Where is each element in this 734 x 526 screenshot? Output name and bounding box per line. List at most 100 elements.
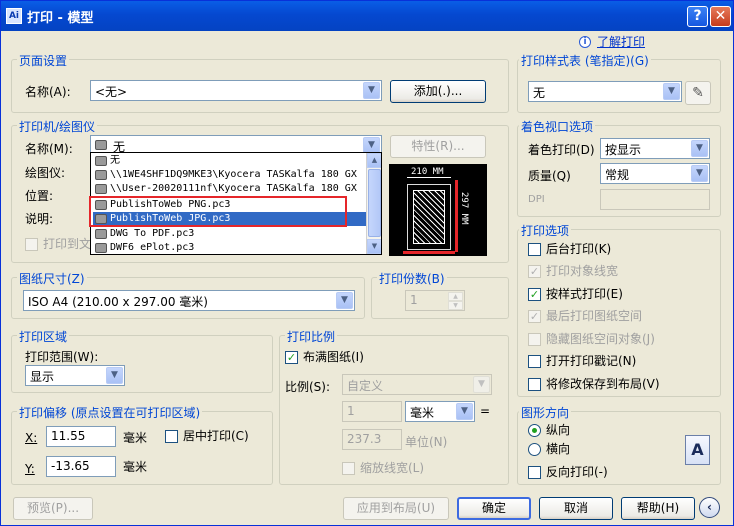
scale-select[interactable]: 自定义 ▼ (342, 374, 492, 395)
scroll-down-icon[interactable]: ▼ (367, 239, 381, 254)
properties-button[interactable]: 特性(R)... (390, 135, 486, 158)
add-page-setup-button[interactable]: 添加(.)... (390, 80, 486, 103)
fit-to-paper-checkbox[interactable]: ✓ 布满图纸(I) (285, 350, 364, 366)
portrait-radio[interactable]: 纵向 (528, 423, 570, 439)
shaded-viewport-label: 着色视口选项 (519, 118, 596, 135)
scroll-up-icon[interactable]: ▲ (367, 153, 381, 168)
printer-icon (95, 184, 107, 194)
dropdown-scrollbar[interactable]: ▲ ▼ (366, 153, 381, 254)
dropdown-option[interactable]: DWF6 ePlot.pc3 (93, 241, 367, 254)
help-button[interactable]: 帮助(H) (621, 497, 695, 520)
printer-name-label: 名称(M): (25, 142, 73, 156)
printer-group-label: 打印机/绘图仪 (17, 118, 98, 135)
dpi-label: DPI (528, 194, 545, 205)
hide-paperspace-objects-checkbox[interactable]: 隐藏图纸空间对象(J) (528, 332, 655, 348)
background-plot-checkbox[interactable]: 后台打印(K) (528, 242, 611, 258)
plot-offset-label: 打印偏移 (原点设置在可打印区域) (17, 404, 203, 421)
scale-equals: = (480, 404, 491, 418)
checkbox-box (342, 462, 355, 475)
learn-about-plotting-link[interactable]: 了解打印 (597, 33, 645, 50)
plot-paperspace-last-checkbox[interactable]: ✓ 最后打印图纸空间 (528, 309, 642, 325)
plot-style-table-select[interactable]: 无 ▼ (528, 81, 682, 102)
apply-to-layout-button[interactable]: 应用到布局(U) (343, 497, 449, 520)
help-title-button[interactable]: ? (687, 6, 708, 27)
scroll-thumb[interactable] (368, 169, 381, 237)
option-label: 后台打印(K) (546, 242, 612, 256)
preview-printable-area (413, 190, 445, 244)
plot-stamp-checkbox[interactable]: 打开打印戳记(N) (528, 354, 636, 370)
plotter-icon (95, 243, 107, 253)
preview-button[interactable]: 预览(P)... (13, 497, 93, 520)
printer-icon (95, 140, 107, 150)
quality-select[interactable]: 常规 ▼ (600, 163, 710, 184)
center-plot-checkbox[interactable]: 居中打印(C) (165, 429, 249, 445)
plot-with-styles-checkbox[interactable]: ✓ 按样式打印(E) (528, 287, 623, 303)
save-changes-to-layout-checkbox[interactable]: 将修改保存到布局(V) (528, 377, 660, 393)
preview-height-label: 297 MM (459, 192, 469, 225)
window-title: 打印 - 模型 (27, 11, 94, 26)
shade-plot-select[interactable]: 按显示 ▼ (600, 138, 710, 159)
offset-y-input[interactable]: -13.65 (46, 456, 116, 477)
upside-down-label: 反向打印(-) (546, 465, 608, 479)
scale-label: 比例(S): (285, 380, 331, 394)
plot-area-label: 打印区域 (17, 328, 70, 345)
ok-button[interactable]: 确定 (457, 497, 531, 520)
page-setup-name-select[interactable]: <无> ▼ (90, 80, 382, 101)
preview-highlight-right (455, 180, 458, 252)
chevron-down-icon: ▼ (473, 376, 490, 393)
paper-size-label: 图纸尺寸(Z) (17, 270, 87, 287)
location-label: 位置: (25, 189, 54, 203)
option-label: 隐藏图纸空间对象(J) (546, 332, 655, 346)
plotter-icon (95, 229, 107, 239)
checkbox-box (528, 466, 541, 479)
copies-spinner[interactable]: 1 ▲ ▼ (405, 290, 465, 311)
dpi-input[interactable] (600, 189, 710, 210)
fit-to-paper-label: 布满图纸(I) (303, 350, 364, 364)
spin-down-icon[interactable]: ▼ (448, 301, 463, 310)
offset-x-input[interactable]: 11.55 (46, 426, 116, 447)
landscape-radio[interactable]: 横向 (528, 442, 570, 458)
printer-icon (95, 156, 107, 166)
plotter-label: 绘图仪: (25, 166, 66, 180)
description-label: 说明: (25, 212, 54, 226)
option-label: 将修改保存到布局(V) (546, 377, 660, 391)
checkbox-box (165, 430, 178, 443)
scale-value: 自定义 (347, 379, 384, 393)
paper-preview: 210 MM 297 MM (389, 164, 487, 256)
page-setup-name-value: <无> (95, 85, 128, 99)
plot-upside-down-checkbox[interactable]: 反向打印(-) (528, 465, 608, 481)
scale-unit-select[interactable]: 毫米 ▼ (405, 401, 475, 422)
plot-range-value: 显示 (30, 370, 55, 384)
paper-size-select[interactable]: ISO A4 (210.00 x 297.00 毫米) ▼ (23, 290, 355, 311)
scale-denominator-input[interactable]: 237.3 (342, 429, 402, 450)
print-dialog: Ai 打印 - 模型 ? ✕ i 了解打印 页面设置 名称(A): <无> ▼ … (0, 0, 734, 526)
collapse-icon[interactable]: ‹ (699, 497, 720, 518)
plot-style-table-label: 打印样式表 (笔指定)(G) (519, 52, 651, 69)
offset-y-label: Y: (25, 462, 35, 476)
highlight-annotation-box (89, 196, 347, 227)
preview-dimension-line (407, 177, 451, 178)
scale-lineweights-checkbox[interactable]: 缩放线宽(L) (342, 461, 424, 477)
plot-range-label: 打印范围(W): (25, 350, 99, 364)
center-plot-label: 居中打印(C) (183, 429, 249, 443)
spin-up-icon[interactable]: ▲ (448, 292, 463, 301)
cancel-button[interactable]: 取消 (539, 497, 613, 520)
dropdown-option[interactable]: 无 (93, 154, 367, 168)
chevron-down-icon: ▼ (663, 83, 680, 100)
option-label: 打开打印戳记(N) (546, 354, 637, 368)
dropdown-option[interactable]: \\User-20020111nf\Kyocera TASKalfa 180 G… (93, 182, 367, 196)
plot-lineweights-checkbox[interactable]: ✓ 打印对象线宽 (528, 264, 618, 280)
shade-plot-label: 着色打印(D) (528, 143, 595, 157)
landscape-label: 横向 (546, 442, 571, 456)
close-button[interactable]: ✕ (710, 6, 731, 27)
offset-x-label: X: (25, 431, 38, 445)
scale-numerator-input[interactable]: 1 (342, 401, 402, 422)
dropdown-option[interactable]: \\1WE4SHF1DQ9MKE3\Kyocera TASKalfa 180 G… (93, 168, 367, 182)
offset-y-unit: 毫米 (123, 460, 148, 474)
chevron-down-icon: ▼ (691, 165, 708, 182)
plot-style-table-value: 无 (533, 86, 546, 100)
chevron-down-icon: ▼ (106, 367, 123, 384)
plot-range-select[interactable]: 显示 ▼ (25, 365, 125, 386)
edit-pen-icon[interactable]: ✎ (685, 81, 711, 105)
dropdown-option[interactable]: DWG To PDF.pc3 (93, 227, 367, 241)
